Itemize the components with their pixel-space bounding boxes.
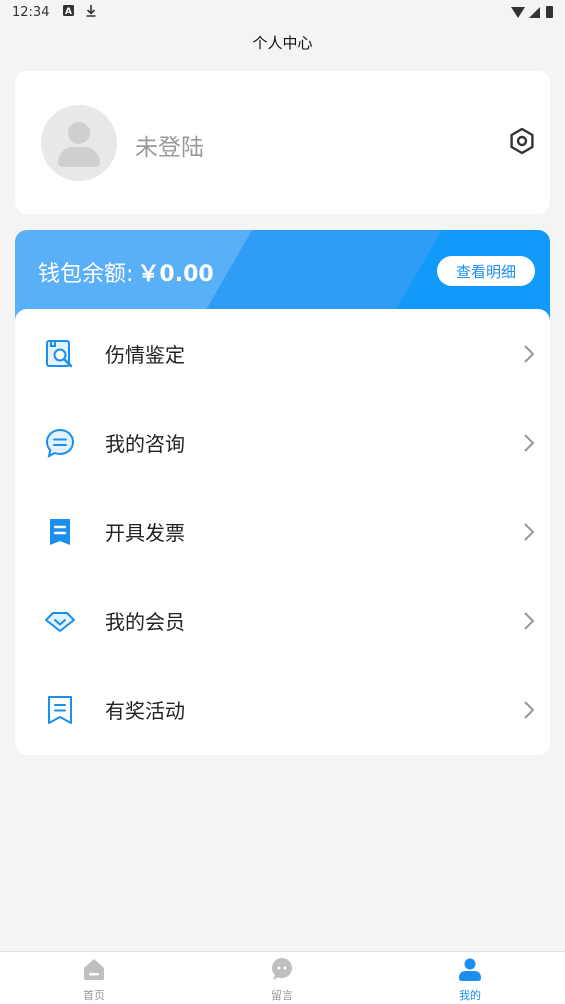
menu-item-label: 开具发票 (105, 521, 185, 545)
chat-bubble-icon (45, 428, 75, 458)
document-search-icon (46, 339, 73, 367)
cell-signal-icon (529, 6, 540, 18)
bookmark-icon (48, 695, 72, 724)
diamond-icon (45, 611, 75, 632)
menu-card: 伤情鉴定 我的咨询 开具发票 我的会员 有奖活动 (15, 309, 550, 755)
chevron-right-icon (524, 700, 535, 719)
menu-item-label: 我的会员 (105, 610, 185, 634)
message-icon (272, 958, 292, 980)
wifi-icon (511, 6, 525, 18)
wallet-amount: ￥0.00 (137, 262, 214, 287)
wallet-label: 钱包余额: (38, 262, 134, 287)
chevron-right-icon (524, 522, 535, 541)
battery-icon (546, 6, 553, 18)
menu-item-my-consultations[interactable]: 我的咨询 (15, 398, 550, 487)
user-placeholder-icon (68, 122, 90, 144)
wallet-balance: 钱包余额: ￥0.00 (38, 256, 214, 288)
page-title: 个人中心 (252, 34, 313, 52)
chevron-right-icon (524, 433, 535, 452)
a-icon: A (63, 5, 75, 19)
menu-item-label: 我的咨询 (105, 432, 185, 456)
menu-item-injury-assessment[interactable]: 伤情鉴定 (15, 309, 550, 398)
menu-item-issue-invoice[interactable]: 开具发票 (15, 487, 550, 576)
menu-item-my-membership[interactable]: 我的会员 (15, 576, 550, 665)
download-icon (86, 4, 96, 20)
status-bar: 12:34 A (0, 0, 565, 24)
tab-mine[interactable]: 我的 (376, 952, 564, 1004)
profile-icon (459, 958, 481, 981)
status-time: 12:34 (12, 4, 50, 20)
menu-item-reward-activities[interactable]: 有奖活动 (15, 665, 550, 754)
home-icon (84, 959, 104, 980)
receipt-icon (50, 518, 70, 545)
bottom-tab-bar: 首页 留言 我的 (0, 951, 565, 1004)
menu-item-label: 有奖活动 (105, 699, 185, 723)
tab-home[interactable]: 首页 (0, 952, 188, 1004)
avatar[interactable] (41, 105, 117, 181)
svg-text:A: A (65, 7, 72, 16)
settings-hexagon-icon[interactable] (508, 127, 536, 155)
view-details-button[interactable]: 查看明细 (437, 256, 535, 286)
tab-messages[interactable]: 留言 (188, 952, 376, 1004)
login-status-label[interactable]: 未登陆 (135, 128, 204, 162)
profile-card[interactable]: 未登陆 (15, 71, 550, 214)
menu-item-label: 伤情鉴定 (105, 343, 185, 367)
tab-label: 我的 (459, 989, 481, 1002)
chevron-right-icon (524, 611, 535, 630)
chevron-right-icon (524, 344, 535, 363)
tab-label: 首页 (83, 989, 105, 1002)
tab-label: 留言 (271, 989, 293, 1002)
